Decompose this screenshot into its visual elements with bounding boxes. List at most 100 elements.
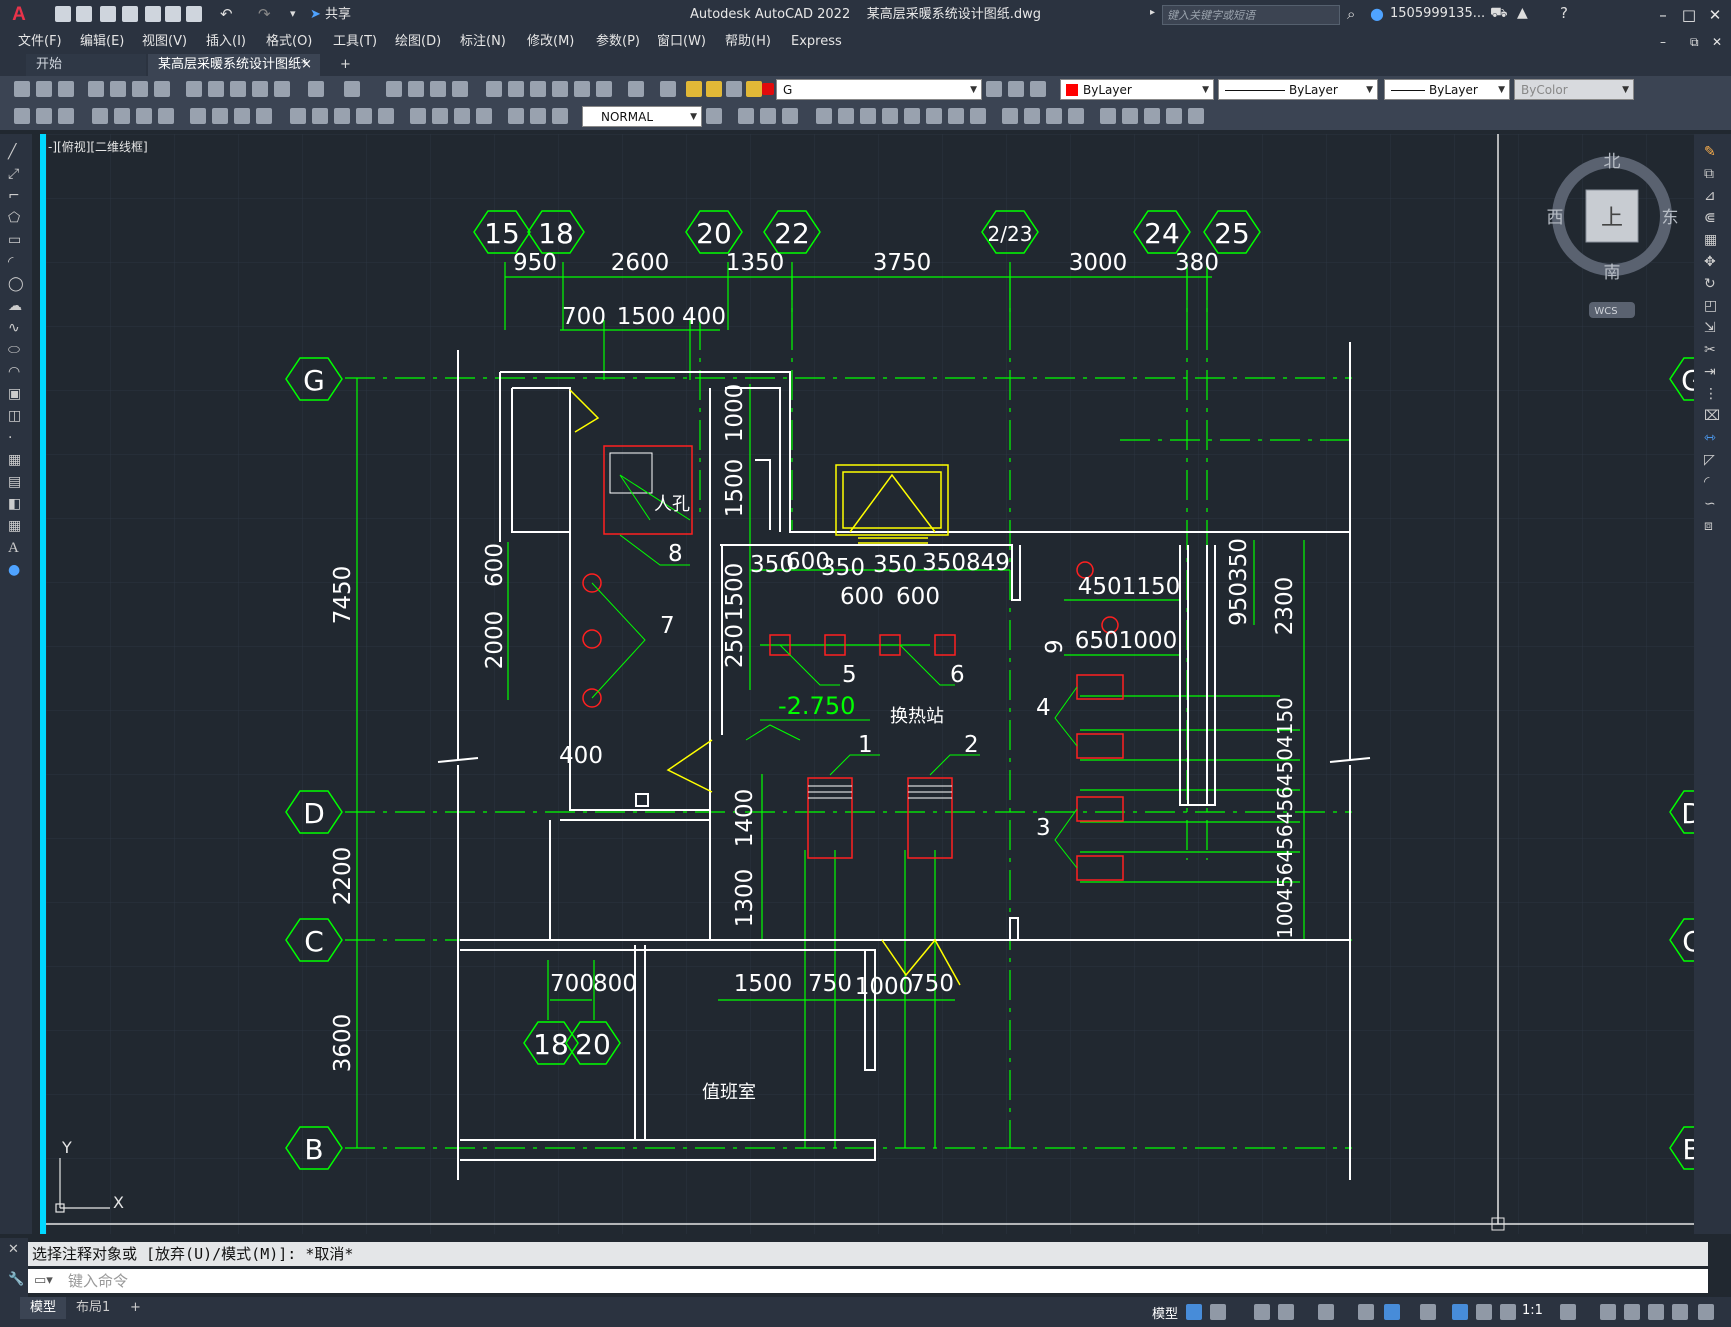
tool-palettes-icon[interactable] [530,81,546,97]
rectangle-tool-icon[interactable]: ▭ [8,232,21,248]
undo-icon[interactable]: ↶ [220,5,233,23]
offset-tool-icon[interactable]: ⋐ [1704,210,1716,226]
model-space-label[interactable]: 模型 [1152,1303,1178,1322]
break-point-tool-icon[interactable]: ⋮ [1704,386,1718,402]
stretch-icon[interactable] [926,108,942,124]
maximize-button[interactable]: □ [1678,4,1700,26]
menu-edit[interactable]: 编辑(E) [80,30,124,54]
dim-ordinate-icon[interactable] [158,108,174,124]
auto-scale-icon[interactable] [1476,1304,1492,1320]
customize-dropdown-icon[interactable]: ▾ [290,7,296,20]
dimstyle-dropdown[interactable]: NORMAL ▼ [582,106,702,127]
xline-tool-icon[interactable]: ⤢ [8,166,19,182]
customize-menu-icon[interactable] [1698,1304,1714,1320]
workspace-gear-icon[interactable] [1560,1304,1576,1320]
extend-icon[interactable] [970,108,986,124]
close-command-icon[interactable]: ✕ [8,1242,19,1257]
send-back-icon[interactable] [1144,108,1160,124]
redo-icon[interactable]: ↷ [258,5,271,23]
layer-freeze-icon[interactable] [706,81,722,97]
rotate-tool-icon[interactable]: ↻ [1704,276,1716,292]
units-icon[interactable] [1624,1304,1640,1320]
ellipse-arc-tool-icon[interactable]: ◠ [8,364,20,380]
object-snap-icon[interactable] [1384,1304,1400,1320]
menu-express[interactable]: Express [791,30,842,54]
model-tab[interactable]: 模型 [20,1297,67,1319]
save-as-icon[interactable] [122,6,138,22]
extend-tool-icon[interactable]: ⇥ [1704,364,1716,380]
offset-icon[interactable] [816,108,832,124]
new-tab-button[interactable]: + [330,54,360,76]
command-input[interactable]: ▭▾ 键入命令 [28,1269,1708,1293]
center-mark-icon[interactable] [432,108,448,124]
grid-toggle-icon[interactable] [1186,1304,1202,1320]
object-snap-tracking-icon[interactable] [1358,1304,1374,1320]
erase-tool-icon[interactable]: ✎ [1704,144,1716,160]
markup-icon[interactable] [574,81,590,97]
compass-east[interactable]: 东 [1662,208,1679,228]
search-icon[interactable]: ⌕ [1347,5,1355,23]
zoom-previous-icon[interactable] [452,81,468,97]
dim-style-manager-icon[interactable] [706,108,722,124]
isodraft-toggle-icon[interactable] [1318,1304,1334,1320]
save-icon[interactable] [58,81,74,97]
plotstyle-dropdown[interactable]: ByColor ▼ [1514,79,1634,100]
publish-icon[interactable] [165,6,181,22]
copy-icon[interactable] [208,81,224,97]
fillet-tool-icon[interactable]: ◜ [1704,474,1709,490]
point-tool-icon[interactable]: · [8,430,12,446]
dim-continue-icon[interactable] [334,108,350,124]
bring-front-icon[interactable] [1166,108,1182,124]
cut-icon[interactable] [186,81,202,97]
help-icon[interactable]: ? [1560,4,1568,22]
menu-modify[interactable]: 修改(M) [527,30,574,54]
rotate-icon[interactable] [882,108,898,124]
user-name[interactable]: 1505999135... [1390,6,1485,21]
polygon-tool-icon[interactable]: ⬠ [8,210,20,226]
plot-icon[interactable] [88,81,104,97]
explode-tool-icon[interactable]: ⧈ [1704,518,1713,534]
dim-aligned-icon[interactable] [114,108,130,124]
close-window-button[interactable]: ✕ [1704,4,1726,26]
table-tool-icon[interactable]: ▦ [8,518,21,534]
inspection-icon[interactable] [454,108,470,124]
compass-west[interactable]: 西 [1547,208,1564,228]
linetype-dropdown[interactable]: ByLayer ▼ [1218,79,1378,100]
layer-properties-icon[interactable] [660,81,676,97]
line-tool-icon[interactable]: ╱ [8,144,16,160]
publish-icon[interactable] [132,81,148,97]
gradient-tool-icon[interactable]: ▤ [8,474,21,490]
new-file-icon[interactable] [55,6,71,22]
compass-north[interactable]: 北 [1604,152,1621,172]
3d-print-icon[interactable] [154,81,170,97]
lineweight-dropdown[interactable]: ByLayer ▼ [1384,79,1510,100]
copy-object-icon[interactable] [760,108,776,124]
scale-tool-icon[interactable]: ◰ [1704,298,1717,314]
scale-icon[interactable] [904,108,920,124]
dim-angular-icon[interactable] [256,108,272,124]
hatch-tool-icon[interactable]: ▦ [8,452,21,468]
move-tool-icon[interactable]: ✥ [1704,254,1716,270]
save-icon[interactable] [100,6,116,22]
menu-draw[interactable]: 绘图(D) [395,30,441,54]
quick-dim-icon[interactable] [290,108,306,124]
layer-color-swatch[interactable] [762,83,774,95]
tolerance-icon[interactable] [410,108,426,124]
trim-icon[interactable] [948,108,964,124]
annotation-scale-value[interactable]: 1:1 [1522,1303,1543,1318]
open-file-icon[interactable] [76,6,92,22]
dim-text-edit-icon[interactable] [530,108,546,124]
cart-icon[interactable]: ⛟ [1490,5,1508,23]
array-icon[interactable] [838,108,854,124]
join-tool-icon[interactable]: ⇿ [1704,430,1716,446]
web-mobile-icon[interactable] [145,6,161,22]
dim-arc-icon[interactable] [136,108,152,124]
menu-view[interactable]: 视图(V) [142,30,187,54]
quick-properties-icon[interactable] [1648,1304,1664,1320]
tab-start[interactable]: 开始 [26,54,146,76]
join-icon[interactable] [1024,108,1040,124]
dim-update-icon[interactable] [552,108,568,124]
fillet-icon[interactable] [1068,108,1084,124]
lineweight-toggle-icon[interactable] [1420,1304,1436,1320]
arc-tool-icon[interactable]: ◜ [8,254,13,270]
